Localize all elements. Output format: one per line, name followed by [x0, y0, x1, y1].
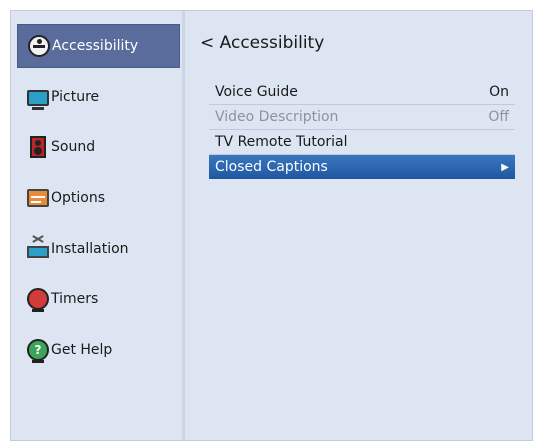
sidebar-item-label: Accessibility	[52, 38, 139, 54]
picture-icon	[27, 90, 49, 110]
sidebar-item-label: Sound	[51, 139, 96, 155]
installation-icon	[27, 246, 49, 258]
settings-menu: Voice Guide On Video Description Off TV …	[209, 80, 515, 179]
sidebar-item-label: Get Help	[51, 342, 113, 358]
settings-window: Accessibility Picture Sound Options Inst…	[10, 10, 533, 441]
options-icon	[27, 189, 49, 207]
sidebar-item-sound[interactable]: Sound	[17, 125, 180, 169]
sidebar: Accessibility Picture Sound Options Inst…	[11, 11, 182, 440]
sidebar-item-picture[interactable]: Picture	[17, 75, 180, 119]
sidebar-item-timers[interactable]: Timers	[17, 277, 180, 321]
sidebar-item-label: Options	[51, 190, 106, 206]
sidebar-item-label: Picture	[51, 89, 100, 105]
menu-item-voice-guide[interactable]: Voice Guide On	[209, 80, 515, 105]
menu-item-label: TV Remote Tutorial	[215, 134, 348, 150]
menu-item-tv-remote-tutorial[interactable]: TV Remote Tutorial	[209, 130, 515, 155]
menu-item-video-description: Video Description Off	[209, 105, 515, 130]
menu-item-value: On	[489, 84, 509, 100]
page-title[interactable]: < Accessibility	[200, 33, 324, 53]
sound-icon	[30, 136, 46, 158]
menu-item-label: Video Description	[215, 109, 339, 125]
menu-item-closed-captions[interactable]: Closed Captions ▶	[209, 155, 515, 179]
help-icon: ?	[27, 339, 49, 363]
sidebar-item-label: Installation	[51, 241, 129, 257]
chevron-right-icon: ▶	[501, 161, 509, 173]
timers-icon	[27, 288, 49, 312]
sidebar-item-label: Timers	[51, 291, 99, 307]
sidebar-item-installation[interactable]: Installation	[17, 227, 180, 271]
sidebar-item-accessibility[interactable]: Accessibility	[17, 24, 180, 68]
back-icon[interactable]: <	[200, 33, 214, 53]
page-title-text: Accessibility	[219, 33, 325, 53]
menu-item-label: Voice Guide	[215, 84, 298, 100]
menu-item-value: Off	[488, 109, 509, 125]
menu-item-label: Closed Captions	[215, 159, 328, 175]
sidebar-item-get-help[interactable]: ? Get Help	[17, 328, 180, 372]
sidebar-item-options[interactable]: Options	[17, 176, 180, 220]
accessibility-icon	[28, 35, 50, 57]
main-panel: < Accessibility Voice Guide On Video Des…	[185, 11, 532, 440]
